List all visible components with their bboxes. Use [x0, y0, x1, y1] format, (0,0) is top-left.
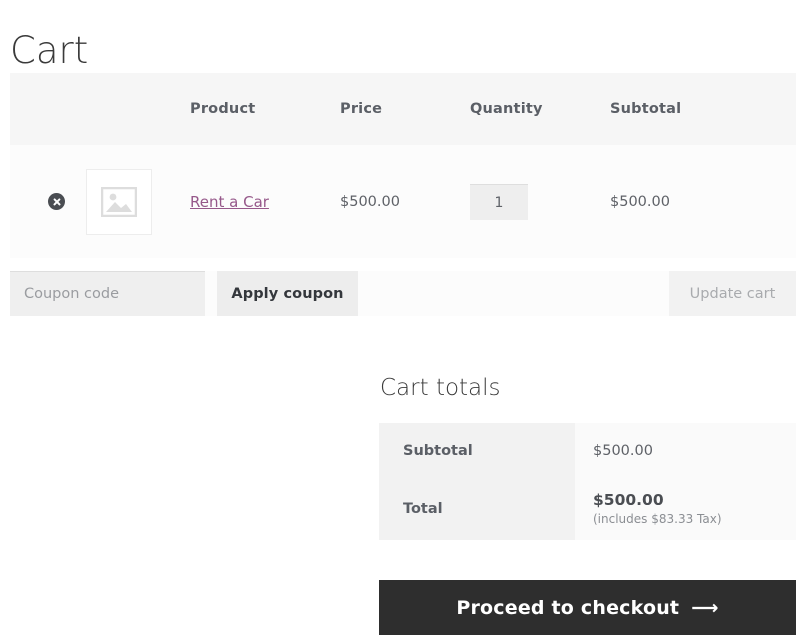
tax-note: (includes $83.33 Tax) [593, 512, 722, 526]
checkout-button-label: Proceed to checkout [456, 596, 680, 619]
cart-actions-row: Apply coupon Update cart [10, 271, 796, 316]
product-subtotal: $500.00 [610, 193, 670, 210]
subtotal-label: Subtotal [379, 423, 575, 478]
column-header-remove [10, 73, 80, 145]
column-header-price: Price [340, 101, 383, 117]
cart-totals-section: Cart totals Subtotal $500.00 Total $500.… [379, 373, 796, 540]
total-label: Total [379, 478, 575, 540]
product-link[interactable]: Rent a Car [190, 193, 269, 211]
cart-table-header-row: Product Price Quantity Subtotal [10, 73, 796, 145]
product-quantity-cell: 1 [470, 145, 610, 258]
totals-row-subtotal: Subtotal $500.00 [379, 423, 796, 478]
image-placeholder-icon [101, 186, 137, 217]
page-title: Cart [10, 28, 89, 72]
totals-row-total: Total $500.00 (includes $83.33 Tax) [379, 478, 796, 540]
cart-totals-table: Subtotal $500.00 Total $500.00 (includes… [379, 423, 796, 540]
apply-coupon-button[interactable]: Apply coupon [217, 271, 358, 316]
total-value-cell: $500.00 (includes $83.33 Tax) [575, 478, 796, 540]
product-price: $500.00 [340, 193, 400, 210]
product-thumbnail-cell [80, 145, 190, 258]
coupon-code-input[interactable] [10, 271, 205, 316]
cart-page: Cart Product Price Quantity Subtotal Ren… [0, 0, 800, 635]
cart-table-body: Rent a Car $500.00 1 $500.00 [10, 145, 796, 258]
column-header-quantity: Quantity [470, 101, 543, 117]
cart-table-head: Product Price Quantity Subtotal [10, 73, 796, 145]
remove-circle-icon[interactable] [48, 193, 65, 210]
column-header-thumbnail [80, 73, 190, 145]
subtotal-value: $500.00 [575, 423, 796, 478]
cart-items-table: Product Price Quantity Subtotal Rent a C… [10, 73, 796, 258]
cart-totals-title: Cart totals [380, 375, 501, 401]
total-value: $500.00 [593, 491, 664, 509]
product-name-cell: Rent a Car [190, 145, 340, 258]
update-cart-button[interactable]: Update cart [669, 271, 796, 316]
column-header-product: Product [190, 101, 256, 117]
remove-item-cell [10, 145, 80, 258]
quantity-input[interactable]: 1 [470, 183, 528, 220]
arrow-right-icon: ⟶ [691, 596, 719, 619]
column-header-subtotal: Subtotal [610, 101, 682, 117]
product-thumbnail[interactable] [86, 168, 152, 235]
table-row: Rent a Car $500.00 1 $500.00 [10, 145, 796, 258]
proceed-to-checkout-button[interactable]: Proceed to checkout ⟶ [379, 580, 796, 635]
